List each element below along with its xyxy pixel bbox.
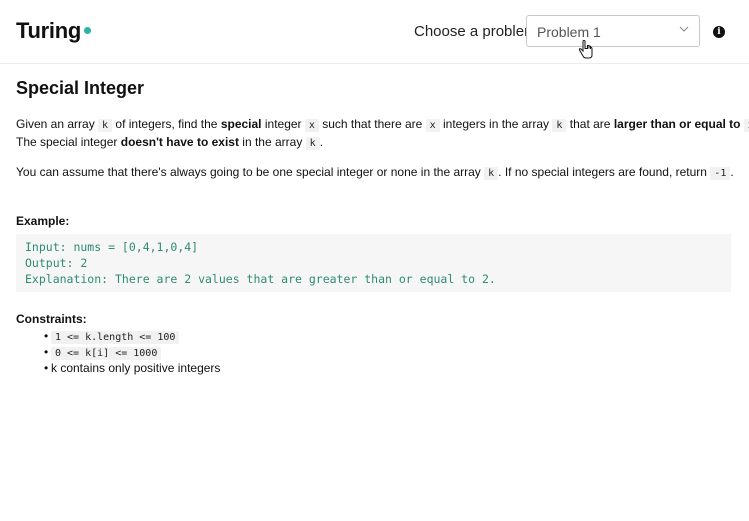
problem-select-value: Problem 1 xyxy=(537,24,601,40)
description-line-2: The special integer doesn't have to exis… xyxy=(16,134,749,152)
desc-bold: special xyxy=(220,117,262,131)
constraint-item: • 0 <= k[i] <= 1000 xyxy=(44,344,220,360)
desc-text: . xyxy=(730,165,734,179)
constraint-text: k contains only positive integers xyxy=(51,361,221,375)
desc-bold: doesn't have to exist xyxy=(120,135,239,149)
desc-text: integer xyxy=(261,117,305,131)
desc-text: that are xyxy=(566,117,614,131)
desc-text: The special integer xyxy=(16,135,121,149)
desc-text: . xyxy=(319,135,324,149)
desc-text: integers in the array xyxy=(439,117,553,131)
inline-code: k xyxy=(484,167,499,180)
desc-text: You can assume that there's always going… xyxy=(16,165,485,179)
inline-code: -1 xyxy=(710,167,731,180)
desc-text: of integers, find the xyxy=(112,117,221,131)
info-icon[interactable]: i xyxy=(713,26,725,38)
example-explanation-line: Explanation: There are 2 values that are… xyxy=(25,272,496,286)
problem-assumption: You can assume that there's always going… xyxy=(16,164,734,182)
chevron-down-icon xyxy=(679,26,689,32)
constraint-code: 1 <= k.length <= 100 xyxy=(51,331,180,344)
inline-code: x xyxy=(743,119,749,132)
constraint-item: • 1 <= k.length <= 100 xyxy=(44,328,220,344)
desc-text: Given an array xyxy=(16,117,99,131)
desc-bold: larger than or equal to xyxy=(613,117,741,131)
turing-logo[interactable]: Turing xyxy=(16,18,81,44)
choose-problem-label: Choose a problem xyxy=(414,23,537,40)
hand-pointer-icon xyxy=(578,40,593,59)
constraint-code: 0 <= k[i] <= 1000 xyxy=(51,347,162,360)
desc-text: such that there are xyxy=(318,117,426,131)
inline-code: k xyxy=(552,119,567,132)
example-heading: Example: xyxy=(16,214,70,228)
description-line-1: Given an array k of integers, find the s… xyxy=(16,116,749,134)
desc-text: in the array xyxy=(238,135,306,149)
problem-description: Given an array k of integers, find the s… xyxy=(16,116,749,152)
logo-dot xyxy=(84,27,91,34)
inline-code: k xyxy=(98,119,113,132)
constraints-list: • 1 <= k.length <= 100 • 0 <= k[i] <= 1000… xyxy=(44,328,220,376)
desc-text: . If no special integers are found, retu… xyxy=(498,165,711,179)
example-input-line: Input: nums = [0,4,1,0,4] xyxy=(25,240,199,254)
problem-title: Special Integer xyxy=(16,78,145,98)
constraint-item: • k contains only positive integers xyxy=(44,361,221,375)
constraints-heading: Constraints: xyxy=(16,312,87,326)
example-output-line: Output: 2 xyxy=(25,256,88,270)
inline-code: x xyxy=(425,119,440,132)
inline-code: k xyxy=(305,137,320,150)
app-header: Turing Choose a problem Problem 1 i xyxy=(0,0,749,64)
inline-code: x xyxy=(304,119,319,132)
example-code-block: Input: nums = [0,4,1,0,4] Output: 2 Expl… xyxy=(16,234,731,292)
problem-select[interactable]: Problem 1 xyxy=(526,15,700,47)
